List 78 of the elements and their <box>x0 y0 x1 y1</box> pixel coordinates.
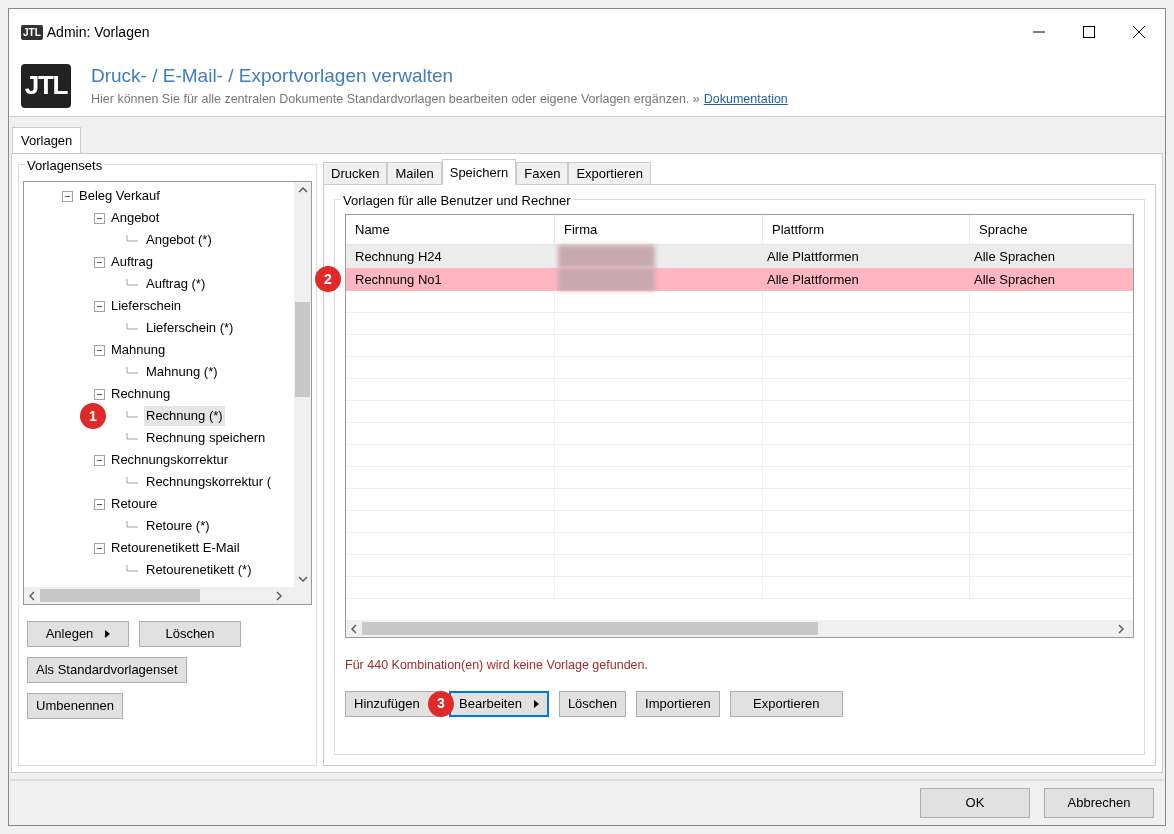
collapse-icon[interactable] <box>62 190 73 202</box>
action-button[interactable]: Löschen <box>139 621 241 647</box>
action-button[interactable]: Als Standardvorlagenset <box>27 657 187 683</box>
step-number-marker: 2 <box>315 266 341 292</box>
action-button[interactable]: Umbenennen <box>27 693 124 719</box>
tab[interactable]: Drucken <box>323 162 388 184</box>
collapse-icon[interactable] <box>94 256 105 268</box>
documentation-link[interactable]: Dokumentation <box>703 90 788 110</box>
tree-item[interactable]: Retourenetikett (*) <box>144 560 254 580</box>
tree-item[interactable]: Mahnung <box>109 340 168 360</box>
scroll-down-icon[interactable] <box>297 575 308 583</box>
tree-item[interactable]: Auftrag (*) <box>144 274 208 294</box>
window-title: Admin: Vorlagen <box>46 22 150 42</box>
table-cell-text: Alle Sprachen <box>973 247 1056 266</box>
vertical-scrollbar[interactable] <box>294 182 311 587</box>
scrollbar-thumb[interactable] <box>40 589 200 602</box>
column-header[interactable]: Sprache <box>970 215 1133 244</box>
scroll-right-icon[interactable] <box>1117 623 1125 634</box>
tree-item[interactable]: Auftrag <box>109 252 155 272</box>
maximize-icon[interactable] <box>1083 26 1095 38</box>
action-button[interactable]: Exportieren <box>729 690 843 717</box>
action-button[interactable]: Bearbeiten <box>449 690 549 717</box>
action-button[interactable]: Löschen <box>558 690 627 717</box>
tree-item[interactable]: Rechnung speichern <box>144 428 268 448</box>
dialog-button[interactable]: OK <box>920 788 1030 818</box>
tree-item[interactable]: Lieferschein <box>109 296 184 316</box>
tree-item[interactable]: Rechnungskorrektur ( <box>144 472 273 492</box>
tree-item[interactable]: Retoure (*) <box>144 516 212 536</box>
action-button[interactable]: Importieren <box>636 690 720 717</box>
close-icon[interactable] <box>1133 26 1145 38</box>
collapse-icon[interactable] <box>94 212 105 224</box>
header-title: Druck- / E-Mail- / Exportvorlagen verwalten <box>91 63 455 88</box>
tab[interactable]: Faxen <box>516 162 569 184</box>
tree-item[interactable]: Angebot <box>109 208 162 228</box>
scrollbar-thumb[interactable] <box>362 622 818 635</box>
table-cell-text: Rechnung No1 <box>354 270 443 289</box>
tree-item[interactable]: Beleg Verkauf <box>77 186 162 206</box>
tab[interactable]: Speichern <box>441 159 517 185</box>
collapse-icon[interactable] <box>94 300 105 312</box>
tree-item[interactable]: Retoure <box>109 494 160 514</box>
table-cell-text: Alle Plattformen <box>766 270 860 289</box>
tree-item[interactable]: Angebot (*) <box>144 230 214 250</box>
horizontal-scrollbar[interactable] <box>24 587 311 604</box>
tree-item[interactable]: Rechnung (*) <box>144 406 225 426</box>
dialog-button[interactable]: Abbrechen <box>1044 788 1154 818</box>
collapse-icon[interactable] <box>94 344 105 356</box>
collapse-icon[interactable] <box>94 454 105 466</box>
action-button[interactable]: Anlegen <box>27 621 129 647</box>
tree-item[interactable]: Rechnung <box>109 384 173 404</box>
tree-item[interactable]: Mahnung (*) <box>144 362 220 382</box>
scroll-left-icon[interactable] <box>28 590 36 601</box>
tree-item[interactable]: Retourenetikett E-Mail <box>109 538 242 558</box>
app-logo: JTL <box>21 24 43 40</box>
tab[interactable]: Vorlagen <box>12 127 82 153</box>
scroll-right-icon[interactable] <box>275 590 283 601</box>
tab[interactable]: Exportieren <box>568 162 651 184</box>
table-row[interactable]: Rechnung H24 Alle Plattformen Alle Sprachen <box>346 245 1133 268</box>
table-row[interactable]: Rechnung No1 Alle Plattformen Alle Sprachen <box>346 268 1133 291</box>
warning-message: Für 440 Kombination(en) wird keine Vorlage gefunden. <box>345 657 649 674</box>
tab[interactable]: Mailen <box>387 162 442 184</box>
table-cell-text: Rechnung H24 <box>354 247 443 266</box>
column-header[interactable]: Firma <box>555 215 763 244</box>
scroll-left-icon[interactable] <box>350 623 358 634</box>
tree-item[interactable]: Rechnungskorrektur <box>109 450 231 470</box>
collapse-icon[interactable] <box>94 542 105 554</box>
column-header[interactable]: Name <box>346 215 555 244</box>
table-cell-text: Alle Plattformen <box>766 247 860 266</box>
column-header[interactable]: Plattform <box>763 215 970 244</box>
tree-item[interactable]: Lieferschein (*) <box>144 318 236 338</box>
table-cell-text: Alle Sprachen <box>973 270 1056 289</box>
collapse-icon[interactable] <box>94 388 105 400</box>
header-subtitle: Hier können Sie für alle zentralen Dokumente Standardvorlagen bearbeiten oder eigene Vorlagen ergänzen. » <box>91 91 700 109</box>
collapse-icon[interactable] <box>94 498 105 510</box>
scroll-up-icon[interactable] <box>297 186 308 194</box>
app-logo: JTL <box>21 63 71 108</box>
horizontal-scrollbar[interactable] <box>346 620 1133 637</box>
scrollbar-thumb[interactable] <box>295 302 310 397</box>
step-number-marker: 1 <box>80 403 106 429</box>
